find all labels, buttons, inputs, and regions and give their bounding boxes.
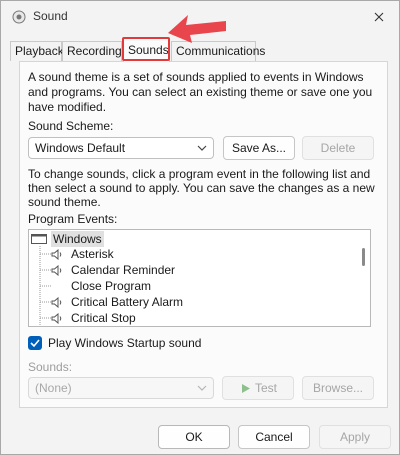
ok-button[interactable]: OK: [158, 425, 230, 449]
speaker-icon: [51, 297, 62, 308]
speaker-app-icon: [12, 10, 26, 24]
play-icon: [242, 384, 250, 393]
speaker-icon: [51, 249, 62, 260]
program-events-list[interactable]: Windows Asterisk Calendar Reminder Close…: [28, 229, 371, 327]
checkmark-icon: [30, 339, 40, 348]
delete-button[interactable]: Delete: [302, 136, 374, 160]
close-button[interactable]: [367, 5, 391, 29]
list-item-label: Windows: [51, 231, 104, 247]
list-item-label: Critical Stop: [71, 311, 136, 325]
list-item-critical-stop[interactable]: Critical Stop: [51, 310, 251, 326]
sound-scheme-value: Windows Default: [35, 141, 126, 155]
theme-description-line-1: A sound theme is a set of sounds applied…: [28, 70, 364, 84]
sound-dialog: Sound Playback Recording Sounds Communic…: [0, 0, 400, 455]
instructions-line-3: sound theme.: [28, 195, 101, 209]
tab-sounds[interactable]: Sounds: [123, 38, 170, 62]
list-item-close-program[interactable]: Close Program: [51, 278, 251, 294]
save-as-button[interactable]: Save As...: [223, 136, 295, 160]
tab-label: Recording: [67, 44, 122, 58]
list-item-calendar-reminder[interactable]: Calendar Reminder: [51, 262, 251, 278]
speaker-icon: [51, 265, 62, 276]
windows-app-icon: [31, 234, 47, 244]
apply-button[interactable]: Apply: [319, 425, 391, 449]
speaker-icon: [51, 313, 62, 324]
chevron-down-icon: [197, 385, 207, 391]
sound-scheme-label: Sound Scheme:: [28, 119, 114, 133]
sounds-label: Sounds:: [28, 360, 73, 374]
list-item-asterisk[interactable]: Asterisk: [51, 246, 251, 262]
theme-description-line-2: and programs. You can select an existing…: [28, 85, 373, 99]
chevron-down-icon: [197, 145, 207, 151]
sound-scheme-dropdown[interactable]: Windows Default: [28, 137, 214, 159]
play-startup-sound-checkbox[interactable]: [28, 336, 42, 350]
instructions-line-2: then select a sound to apply. You can sa…: [28, 181, 375, 195]
test-button[interactable]: Test: [222, 376, 294, 400]
list-item-critical-battery-alarm[interactable]: Critical Battery Alarm: [51, 294, 251, 310]
sound-file-value: (None): [35, 381, 72, 395]
tab-label: Communications: [176, 44, 266, 58]
close-icon: [374, 12, 384, 22]
instructions-line-1: To change sounds, click a program event …: [28, 167, 371, 181]
list-item-label: Critical Battery Alarm: [71, 295, 184, 309]
cancel-button[interactable]: Cancel: [238, 425, 310, 449]
theme-description-line-3: have modified.: [28, 100, 107, 114]
tab-label: Playback: [15, 44, 64, 58]
list-item-label: Close Program: [71, 279, 152, 293]
red-arrow-annotation-icon: [168, 15, 226, 43]
list-item-label: Asterisk: [71, 247, 114, 261]
program-events-label: Program Events:: [28, 212, 118, 226]
tab-playback[interactable]: Playback: [10, 41, 64, 61]
play-startup-sound-label: Play Windows Startup sound: [48, 336, 202, 350]
browse-button[interactable]: Browse...: [302, 376, 374, 400]
tab-recording[interactable]: Recording: [62, 41, 122, 61]
sound-file-dropdown[interactable]: (None): [28, 377, 214, 399]
tab-label: Sounds: [128, 43, 169, 57]
list-item-label: Calendar Reminder: [71, 263, 176, 277]
window-title: Sound: [33, 9, 68, 23]
list-scrollbar[interactable]: [362, 248, 365, 266]
test-label: Test: [255, 381, 278, 395]
